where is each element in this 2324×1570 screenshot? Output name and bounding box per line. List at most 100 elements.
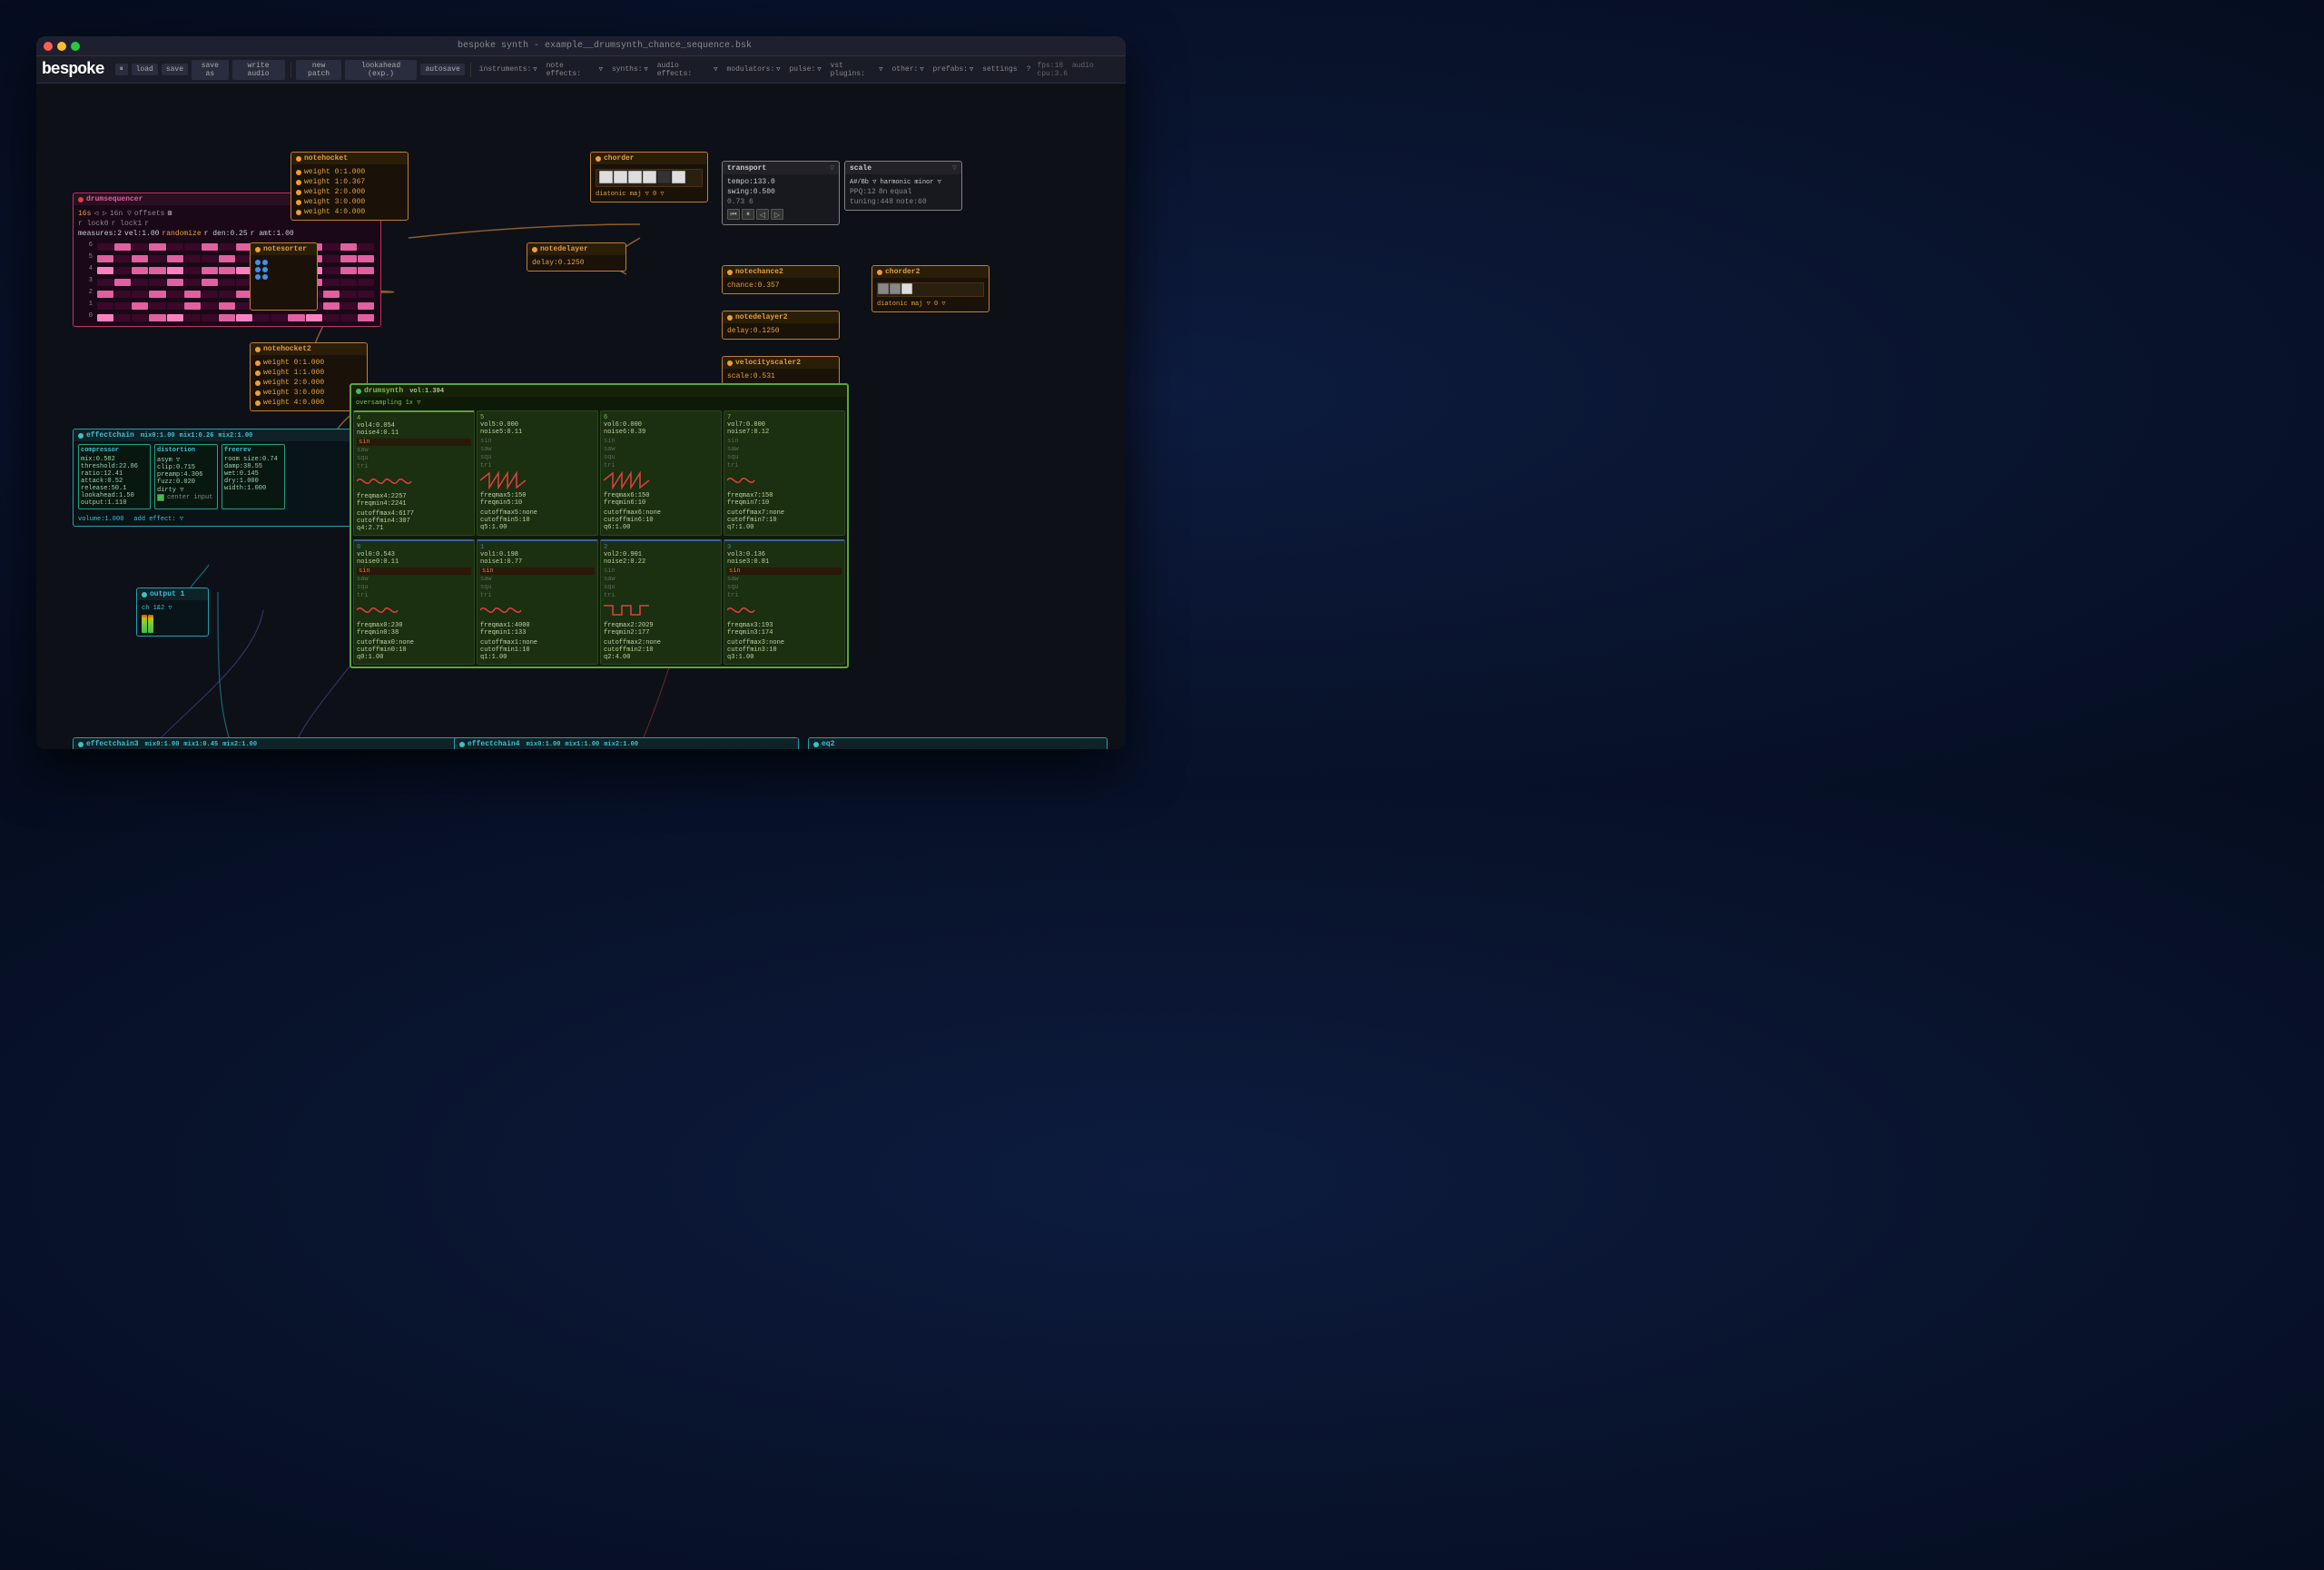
ds-cell1-vol[interactable]: vol1:0.198 <box>480 551 595 558</box>
ds-cell4-saw[interactable]: saw <box>357 447 471 454</box>
ec-mix2[interactable]: mix2:1.00 <box>218 432 252 439</box>
settings-button[interactable]: settings <box>980 65 1019 74</box>
ds-cell2-cutmin[interactable]: cutoffmin2:10 <box>604 647 718 654</box>
nh2-weight0[interactable]: weight 0:1.000 <box>255 358 362 368</box>
drumseq-amt[interactable]: r amt:1.00 <box>251 230 294 238</box>
ds-cell6-squ[interactable]: squ <box>604 454 718 461</box>
ds-cell2-q[interactable]: q2:4.00 <box>604 654 718 661</box>
comp-attack[interactable]: attack:0.52 <box>81 478 148 485</box>
ds-vol[interactable]: vol:1.394 <box>409 388 444 395</box>
notedelayer2-module[interactable]: notedelayer2 delay:0.1250 <box>722 311 840 340</box>
comp-ratio[interactable]: ratio:12.41 <box>81 470 148 478</box>
modulators-menu[interactable]: modulators: ▽ <box>724 65 783 74</box>
ds-cell3-noise[interactable]: noise3:0.81 <box>727 558 842 566</box>
drum-row-7[interactable] <box>95 312 376 323</box>
ds-cell4-freqmax[interactable]: freqmax4:2257 <box>357 493 471 500</box>
nh2-weight3[interactable]: weight 3:0.000 <box>255 388 362 398</box>
ds-cell3-q[interactable]: q3:1.00 <box>727 654 842 661</box>
other-menu[interactable]: other: ▽ <box>890 65 927 74</box>
ds-cell5-freqmin[interactable]: freqmin5:10 <box>480 499 595 507</box>
ds-cell-5[interactable]: 5 vol5:0.000 noise5:0.11 sin saw squ tri… <box>477 410 598 536</box>
ds-cell7-vol[interactable]: vol7:0.000 <box>727 421 842 429</box>
scale-module[interactable]: scale ▽ A#/Bb ▽ harmonic minor ▽ PPQ:12 … <box>844 161 962 211</box>
notesorter-module[interactable]: notesorter <box>250 242 318 311</box>
ds-cell-4[interactable]: 4 vol4:0.054 noise4:0.11 sin saw squ tri… <box>353 410 475 536</box>
scale-tuning[interactable]: tuning:448 note:60 <box>850 197 957 207</box>
ds-cell0-vol[interactable]: vol0:0.543 <box>357 551 471 558</box>
ds-cell3-sin[interactable]: sin <box>727 568 842 575</box>
drumsynth-module[interactable]: drumsynth vol:1.394 oversampling 1x ▽ 4 … <box>350 383 849 668</box>
pulse-menu[interactable]: pulse: ▽ <box>787 65 824 74</box>
prev-button[interactable]: ◁ <box>756 209 769 220</box>
drumsequencer-port[interactable] <box>78 197 84 202</box>
ds-cell7-cutmin[interactable]: cutoffmin7:10 <box>727 517 842 524</box>
reset-button[interactable]: ⏮ <box>727 209 740 220</box>
ds-cell4-vol[interactable]: vol4:0.054 <box>357 422 471 430</box>
comp-mix[interactable]: mix:0.582 <box>81 456 148 463</box>
ds-cell7-tri[interactable]: tri <box>727 462 842 469</box>
ds-cell5-tri[interactable]: tri <box>480 462 595 469</box>
nh2-weight1[interactable]: weight 1:1.000 <box>255 368 362 378</box>
effectchain4-module[interactable]: effectchain4 mix0:1.00 mix1:1.00 mix2:1.… <box>454 737 799 749</box>
ds-cell4-cutmin[interactable]: cutoffmin4:307 <box>357 518 471 525</box>
nd2-delay[interactable]: delay:0.1250 <box>727 326 834 336</box>
ds-cell5-vol[interactable]: vol5:0.000 <box>480 421 595 429</box>
output-module[interactable]: output 1 ch 1&2 ▽ <box>136 588 209 637</box>
ds-cell2-cutmax[interactable]: cutoffmax2:none <box>604 639 718 647</box>
ds-cell6-cutmax[interactable]: cutoffmax6:none <box>604 509 718 517</box>
ds-cell6-freqmax[interactable]: freqmax6:150 <box>604 492 718 499</box>
ds-cell4-q[interactable]: q4:2.71 <box>357 525 471 532</box>
ds-cell6-q[interactable]: q6:1.00 <box>604 524 718 531</box>
drumseq-r[interactable]: r <box>144 220 149 228</box>
autosave-button[interactable]: autosave <box>420 64 464 75</box>
ds-cell2-freqmin[interactable]: freqmin2:177 <box>604 629 718 637</box>
ds-cell0-cutmax[interactable]: cutoffmax0:none <box>357 639 471 647</box>
notehocket-weight2[interactable]: weight 2:0.000 <box>296 187 403 197</box>
play-button[interactable]: ⏸ <box>742 209 754 220</box>
drum-row-5[interactable] <box>95 289 376 300</box>
ds-cell2-sin[interactable]: sin <box>604 568 718 575</box>
ds-cell6-freqmin[interactable]: freqmin6:10 <box>604 499 718 507</box>
transport-module[interactable]: transport ▽ tempo:133.0 swing:0.500 0.73… <box>722 161 840 225</box>
ds-cell3-freqmax[interactable]: freqmax3:193 <box>727 622 842 629</box>
comp-release[interactable]: release:50.1 <box>81 485 148 492</box>
ds-cell5-cutmax[interactable]: cutoffmax5:none <box>480 509 595 517</box>
ds-oversampling[interactable]: oversampling 1x ▽ <box>351 397 847 409</box>
drumseq-den[interactable]: r den:0.25 <box>204 230 248 238</box>
ds-cell3-freqmin[interactable]: freqmin3:174 <box>727 629 842 637</box>
center-input-checkbox[interactable] <box>157 494 164 501</box>
lookahead-button[interactable]: lookahead (exp.) <box>345 60 418 80</box>
ds-cell0-sin[interactable]: sin <box>357 568 471 575</box>
dist-clip[interactable]: clip:0.715 <box>157 464 215 471</box>
ds-cell2-squ[interactable]: squ <box>604 584 718 591</box>
ds-cell7-freqmax[interactable]: freqmax7:150 <box>727 492 842 499</box>
ds-cell7-sin[interactable]: sin <box>727 438 842 445</box>
ds-cell-6[interactable]: 6 vol6:0.000 noise6:0.39 sin saw squ tri… <box>600 410 722 536</box>
dist-fuzz[interactable]: fuzz:0.020 <box>157 479 215 486</box>
ds-cell0-noise[interactable]: noise0:0.11 <box>357 558 471 566</box>
ec-volume[interactable]: volume:1.000 <box>78 516 123 523</box>
drum-row-3[interactable] <box>95 265 376 276</box>
canvas-area[interactable]: drumsequencer 16s ◁ ▷ 16n ▽ offsets ⊞ r … <box>36 84 1126 749</box>
ec-mix1[interactable]: mix1:0.26 <box>180 432 214 439</box>
save-button[interactable]: save <box>162 64 188 75</box>
notedelayer-module[interactable]: notedelayer delay:0.1250 <box>527 242 626 272</box>
ec4-mix0[interactable]: mix0:1.00 <box>527 741 561 748</box>
transport-tempo[interactable]: tempo:133.0 <box>727 177 834 187</box>
ds-cell1-cutmax[interactable]: cutoffmax1:none <box>480 639 595 647</box>
ds-cell1-freqmin[interactable]: freqmin1:133 <box>480 629 595 637</box>
dist-asym[interactable]: asym ▽ <box>157 456 215 464</box>
ds-cell3-squ[interactable]: squ <box>727 584 842 591</box>
ds-cell2-freqmax[interactable]: freqmax2:2029 <box>604 622 718 629</box>
ds-cell4-squ[interactable]: squ <box>357 455 471 462</box>
ds-cell2-noise[interactable]: noise2:0.22 <box>604 558 718 566</box>
notehocket-weight4[interactable]: weight 4:0.000 <box>296 207 403 217</box>
notehocket-weight1[interactable]: weight 1:0.367 <box>296 177 403 187</box>
nc2-chance[interactable]: chance:0.357 <box>727 281 834 291</box>
drum-row-4[interactable] <box>95 277 376 288</box>
ds-cell2-saw[interactable]: saw <box>604 576 718 583</box>
freerev-room[interactable]: room size:0.74 <box>224 456 282 463</box>
help-button[interactable]: ? <box>1024 65 1034 74</box>
transport-swing[interactable]: swing:0.500 <box>727 187 834 197</box>
drumseq-vel[interactable]: vel:1.00 <box>124 230 159 238</box>
